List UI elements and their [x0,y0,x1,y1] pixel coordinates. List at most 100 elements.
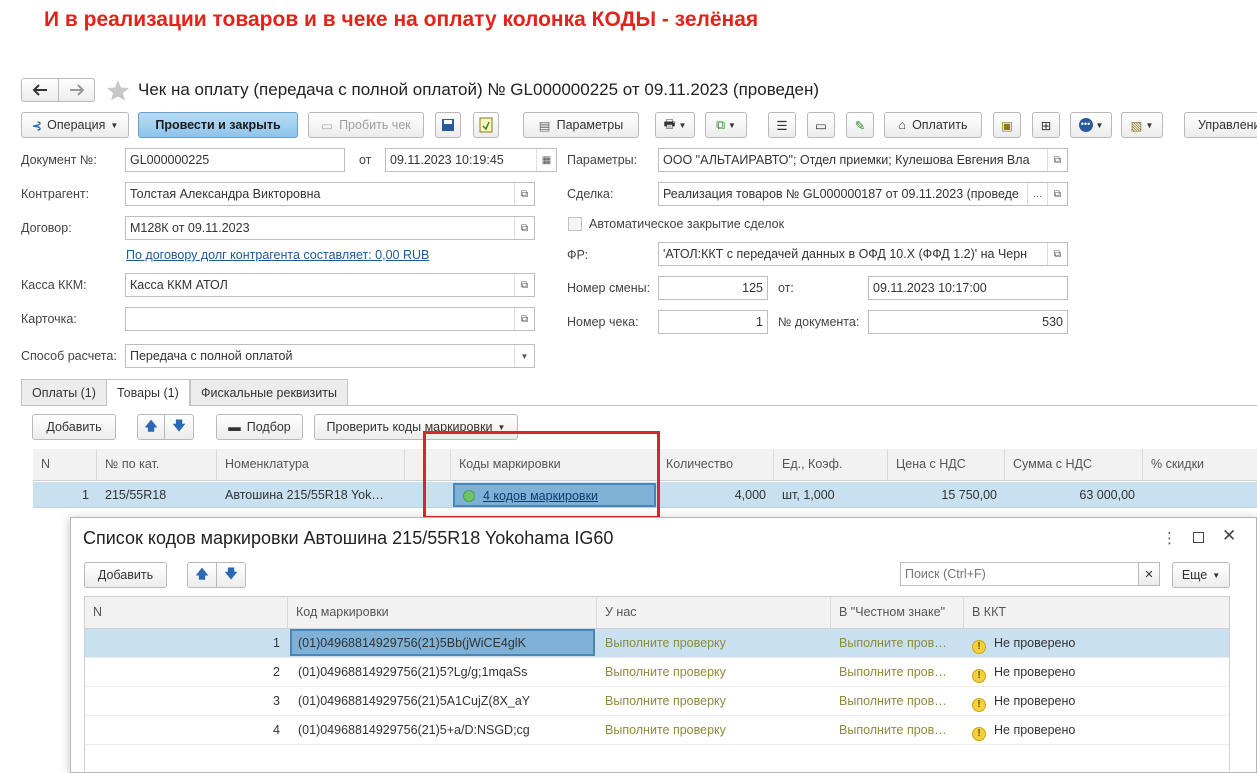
save-button[interactable] [435,112,461,138]
check-no-field[interactable]: 1 [658,310,768,334]
counterparty-field[interactable]: Толстая Александра Викторовна ⧉ [125,182,535,206]
card-icon: ▭ [815,118,827,133]
kkm-field[interactable]: Касса ККМ АТОЛ ⧉ [125,273,535,297]
open-icon[interactable]: ⧉ [514,183,534,205]
arrow-up-icon: 🡅 [195,566,209,581]
open-icon[interactable]: ⧉ [1047,243,1067,265]
shift-date-field[interactable]: 09.11.2023 10:17:00 [868,276,1068,300]
tab-payments[interactable]: Оплаты (1) [21,379,107,405]
edit-button[interactable]: ✎ [846,112,874,138]
card-button[interactable]: ▭ [807,112,835,138]
params-field[interactable]: ООО "АЛЬТАИРАВТО"; Отдел приемки; Кулешо… [658,148,1068,172]
doc-num-field[interactable]: 530 [868,310,1068,334]
forward-button[interactable] [58,78,95,102]
col-cat[interactable]: № по кат. [97,449,217,481]
codes-table-row[interactable]: 3 (01)04968814929756(21)5A1CujZ(8X_aY Выпо… [85,687,1229,716]
dialog-move-down-button[interactable]: 🡇 [216,562,246,588]
calendar-icon[interactable]: ▦ [536,149,556,171]
post-button[interactable] [473,112,499,138]
dialog-add-button[interactable]: Добавить [84,562,167,588]
tab-fiscal[interactable]: Фискальные реквизиты [190,379,348,405]
chevron-down-icon[interactable]: ▼ [514,345,534,367]
date-field[interactable]: 09.11.2023 10:19:45 ▦ [385,148,557,172]
select-ellipsis-icon[interactable]: … [1027,183,1047,205]
search-input[interactable] [900,562,1139,586]
chevron-down-icon: ▼ [110,120,119,130]
more-actions-button[interactable]: ••• ▼ [1070,112,1112,138]
col-price[interactable]: Цена с НДС [888,449,1005,481]
dialog-menu-icon[interactable]: ⋮ [1162,529,1177,547]
back-button[interactable] [21,78,59,102]
annotation-caption: И в реализации товаров и в чеке на оплат… [44,8,759,31]
open-icon[interactable]: ⧉ [1047,183,1067,205]
codes-table-row[interactable]: 2 (01)04968814929756(21)5?Lg/g;1mqaSs Выпо… [85,658,1229,687]
doc-no-label: Документ №: [21,153,97,167]
parameters-button[interactable]: ▤ Параметры [523,112,639,138]
pay-button[interactable]: ⌂ Оплатить [884,112,982,138]
deal-field[interactable]: Реализация товаров № GL000000187 от 09.1… [658,182,1068,206]
col-code[interactable]: Код маркировки [288,597,597,629]
row-cz-status: Выполните пров… [839,665,947,679]
move-up-button[interactable]: 🡅 [137,414,165,440]
more-button[interactable]: Еще ▼ [1172,562,1230,588]
maximize-icon[interactable] [1193,532,1204,543]
shift-field[interactable]: 125 [658,276,768,300]
row-kkt-cell: ! Не проверено [964,688,1229,714]
card-field[interactable]: ⧉ [125,307,535,331]
close-icon[interactable]: ✕ [1222,526,1236,546]
row-n: 1 [273,636,280,650]
create-based-on-button[interactable]: ⧉ ▼ [705,112,747,138]
cash-register-icon: ⌂ [898,118,907,132]
col-unit[interactable]: Ед., Коэф. [774,449,888,481]
dialog-move-up-button[interactable]: 🡅 [187,562,217,588]
move-down-button[interactable]: 🡇 [164,414,194,440]
doc-no-field[interactable]: GL000000225 [125,148,345,172]
col-n[interactable]: N [85,597,288,629]
clear-search-button[interactable]: ✕ [1138,562,1160,586]
hierarchy-icon: ⊞ [1040,118,1052,133]
attachments-button[interactable]: ▧ ▼ [1121,112,1163,138]
check-no-label: Номер чека: [567,315,639,329]
open-icon[interactable]: ⧉ [514,308,534,330]
deal-label: Сделка: [567,187,614,201]
operation-menu-button[interactable]: ⊰ Операция ▼ [21,112,129,138]
codes-table-header: N Код маркировки У нас В "Честном знаке"… [85,597,1229,629]
col-chestny-znak[interactable]: В "Честном знаке" [831,597,964,629]
shift-label: Номер смены: [567,281,651,295]
open-icon[interactable]: ⧉ [1047,149,1067,171]
row-kkt-status: Не проверено [994,723,1076,737]
col-us[interactable]: У нас [597,597,831,629]
auto-close-checkbox[interactable] [568,217,582,231]
codes-table-row[interactable]: 1 (01)04968814929756(21)5Bb(jWiCE4glK Выпо… [85,629,1229,658]
row-name: Автошина 215/55R18 Yok… [225,488,384,502]
favorite-star-icon[interactable] [106,79,130,104]
payment-method-select[interactable]: Передача с полной оплатой ▼ [125,344,535,368]
pick-button[interactable]: ▬ Подбор [216,414,303,440]
col-name[interactable]: Номенклатура [217,449,405,481]
open-icon[interactable]: ⧉ [514,274,534,296]
doc-num-label: № документа: [778,315,860,329]
col-discount[interactable]: % скидки [1143,449,1257,481]
codes-table-row[interactable]: 4 (01)04968814929756(21)5+a/D:NSGD;cg Выпо… [85,716,1229,745]
print-check-button[interactable]: ▭ Пробить чек [308,112,424,138]
note-button[interactable]: ▣ [993,112,1021,138]
col-kkt[interactable]: В ККТ [964,597,1229,629]
open-icon[interactable]: ⧉ [514,217,534,239]
manage-button[interactable]: Управлени [1184,112,1257,138]
contract-field[interactable]: М128К от 09.11.2023 ⧉ [125,216,535,240]
row-code: (01)04968814929756(21)5?Lg/g;1mqaSs [298,665,528,679]
col-sum[interactable]: Сумма с НДС [1005,449,1143,481]
row-kkt-status: Не проверено [994,665,1076,679]
row-code[interactable]: (01)04968814929756(21)5Bb(jWiCE4glK [290,629,595,656]
contract-debt-link[interactable]: По договору долг контрагента составляет:… [126,248,429,262]
col-qty[interactable]: Количество [658,449,774,481]
list-button[interactable]: ☰ [768,112,796,138]
fr-field[interactable]: 'АТОЛ:ККТ с передачей данных в ОФД 10.X … [658,242,1068,266]
arrow-down-icon: 🡇 [172,418,186,433]
structure-button[interactable]: ⊞ [1032,112,1060,138]
col-n[interactable]: N [33,449,97,481]
goods-add-button[interactable]: Добавить [32,414,116,440]
tab-goods[interactable]: Товары (1) [106,379,190,406]
print-menu-button[interactable]: 🖶 ▼ [655,112,695,138]
post-and-close-button[interactable]: Провести и закрыть [138,112,298,138]
